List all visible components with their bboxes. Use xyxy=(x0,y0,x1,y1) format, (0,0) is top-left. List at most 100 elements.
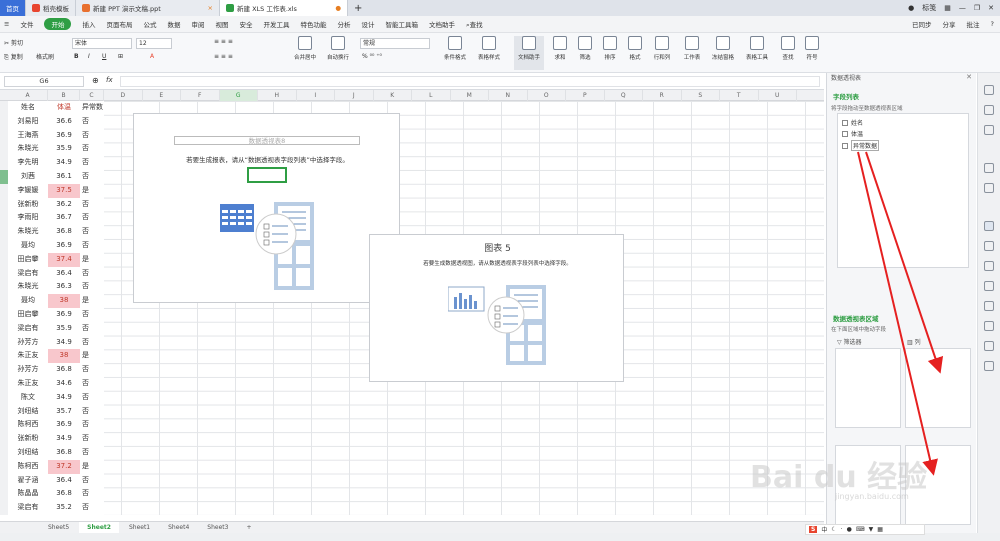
field-list-title[interactable]: 字段列表 xyxy=(833,91,859,101)
cell-abnormal[interactable]: 否 xyxy=(80,225,104,239)
column-header-q[interactable]: Q xyxy=(605,90,643,101)
cell-abnormal[interactable]: 是 xyxy=(80,349,104,364)
align-icons[interactable]: ≡ ≡ ≡ xyxy=(214,38,233,45)
cell-abnormal[interactable]: 否 xyxy=(80,487,104,502)
cell-name[interactable]: 朱正友 xyxy=(8,377,48,391)
cell-temperature[interactable]: 34.9 xyxy=(48,432,80,446)
ime-mode[interactable]: 中 xyxy=(821,525,827,534)
cell-name[interactable]: 张新粉 xyxy=(8,432,48,446)
column-drop-area[interactable] xyxy=(905,348,971,428)
tab-home[interactable]: 首页 xyxy=(0,0,26,16)
border-icon[interactable]: ⊞ xyxy=(118,53,123,60)
underline-button[interactable]: U xyxy=(102,53,106,60)
cell-abnormal[interactable]: 否 xyxy=(80,280,104,295)
font-name-select[interactable]: 宋体 xyxy=(72,38,132,49)
cursor-icon[interactable] xyxy=(984,85,994,95)
keyboard-icon[interactable]: ⌨ xyxy=(856,526,865,533)
row-number[interactable] xyxy=(0,101,8,115)
cell-name[interactable]: 李媛媛 xyxy=(8,183,48,198)
cell-temperature[interactable]: 36.8 xyxy=(48,363,80,377)
zoom-icon[interactable]: ⊕ xyxy=(92,76,99,85)
row-number[interactable] xyxy=(0,239,8,253)
cell-name[interactable]: 朱晓光 xyxy=(8,142,48,157)
row-number[interactable] xyxy=(0,197,8,212)
cell-name[interactable]: 梁启有 xyxy=(8,321,48,336)
share-button[interactable]: 分享 xyxy=(943,19,956,29)
cut-button[interactable]: ✂ 剪切 xyxy=(4,38,23,47)
row-number[interactable] xyxy=(0,404,8,419)
search-menu[interactable]: ⌕查找 xyxy=(466,19,483,30)
column-header-n[interactable]: N xyxy=(489,90,528,101)
grid-icon[interactable]: ▦ xyxy=(944,4,951,12)
menu-features[interactable]: 特色功能 xyxy=(300,19,326,29)
field-abnormal[interactable]: 异常数据 xyxy=(842,140,880,151)
cell-name[interactable]: 陈文 xyxy=(8,390,48,405)
cell-temperature[interactable]: 36.8 xyxy=(48,446,80,460)
cell-temperature[interactable]: 37.5 xyxy=(48,183,80,198)
close-window-icon[interactable]: ✕ xyxy=(988,4,994,12)
cell-abnormal[interactable]: 否 xyxy=(80,156,104,170)
column-header-d[interactable]: D xyxy=(104,90,143,101)
add-sheet-button[interactable]: + xyxy=(238,522,259,534)
column-header-b[interactable]: B xyxy=(48,90,80,101)
help-icon[interactable]: ? xyxy=(991,20,994,28)
column-header-t[interactable]: T xyxy=(720,90,759,101)
shape-icon[interactable] xyxy=(984,125,994,135)
row-number[interactable] xyxy=(0,349,8,364)
sheet-tab[interactable]: Sheet4 xyxy=(160,522,197,534)
row-number[interactable] xyxy=(0,363,8,377)
moon-icon[interactable]: ☾ xyxy=(831,526,836,533)
percent-icons[interactable]: % ⁰⁰ ⁺⁰ xyxy=(362,53,382,60)
tab-docer[interactable]: 稻壳模板 xyxy=(26,0,76,16)
column-header-c[interactable]: C xyxy=(80,90,104,101)
cell-name[interactable]: 田启攀 xyxy=(8,252,48,267)
sheet-tab[interactable]: Sheet5 xyxy=(40,522,77,534)
column-header-s[interactable]: S xyxy=(682,90,720,101)
cell-temperature[interactable]: 36.8 xyxy=(48,225,80,239)
cell-abnormal[interactable]: 否 xyxy=(80,211,104,226)
find-button[interactable]: 查找 xyxy=(776,36,800,70)
menu-page-layout[interactable]: 页面布局 xyxy=(106,19,132,29)
cell-temperature[interactable]: 38 xyxy=(48,349,80,364)
cell-temperature[interactable]: 34.9 xyxy=(48,156,80,170)
column-header-a[interactable]: A xyxy=(8,90,48,101)
cell-temperature[interactable]: 37.2 xyxy=(48,459,80,474)
mic-icon[interactable]: ● xyxy=(847,526,852,533)
sogou-icon[interactable]: S xyxy=(809,526,818,533)
cell-temperature[interactable]: 36.4 xyxy=(48,266,80,281)
sheet-tab[interactable]: Sheet1 xyxy=(121,522,158,534)
column-title-name[interactable]: 姓名 xyxy=(8,101,48,115)
row-number[interactable] xyxy=(0,266,8,281)
column-header-p[interactable]: P xyxy=(566,90,605,101)
menu-formula[interactable]: 公式 xyxy=(143,19,156,29)
cell-name[interactable]: 李雨阳 xyxy=(8,211,48,226)
cell-temperature[interactable]: 34.9 xyxy=(48,390,80,405)
sort-button[interactable]: 排序 xyxy=(598,36,622,70)
cell-temperature[interactable]: 35.7 xyxy=(48,404,80,419)
number-format-select[interactable]: 常规 xyxy=(360,38,430,49)
cell-abnormal[interactable]: 否 xyxy=(80,446,104,460)
cell-name[interactable]: 孙芳方 xyxy=(8,363,48,377)
menu-data[interactable]: 数据 xyxy=(167,19,180,29)
row-number[interactable] xyxy=(0,446,8,460)
column-title-temperature[interactable]: 体温 xyxy=(48,101,80,115)
pivot-icon[interactable] xyxy=(984,221,994,231)
cell-abnormal[interactable]: 否 xyxy=(80,170,104,184)
align-h-icons[interactable]: ≡ ≡ ≡ xyxy=(214,53,233,60)
pen-icon[interactable] xyxy=(984,321,994,331)
cell-name[interactable]: 田启攀 xyxy=(8,308,48,322)
box-icon[interactable] xyxy=(984,281,994,291)
filter-drop-area[interactable] xyxy=(835,348,901,428)
menu-start[interactable]: 开始 xyxy=(44,18,72,30)
cell-abnormal[interactable]: 是 xyxy=(80,252,104,267)
row-number[interactable] xyxy=(0,142,8,157)
wrap-button[interactable]: 自动换行 xyxy=(323,36,353,70)
cell-abnormal[interactable]: 否 xyxy=(80,142,104,157)
cell-temperature[interactable]: 36.7 xyxy=(48,211,80,226)
close-icon[interactable]: ✕ xyxy=(966,73,972,81)
cell-name[interactable]: 刘茜 xyxy=(8,170,48,184)
cell-abnormal[interactable]: 否 xyxy=(80,266,104,281)
cell-name[interactable]: 孙芳方 xyxy=(8,335,48,350)
cell-temperature[interactable]: 36.2 xyxy=(48,197,80,212)
cell-temperature[interactable]: 36.1 xyxy=(48,170,80,184)
